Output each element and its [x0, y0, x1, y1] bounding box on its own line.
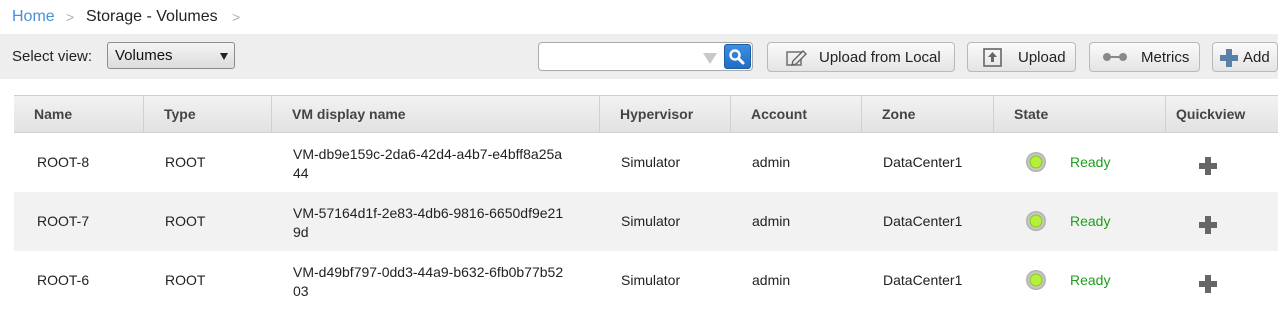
table-row[interactable]: ROOT-8 ROOT VM-db9e159c-2da6-42d4-a4b7-e…	[14, 133, 1278, 192]
vm-name-line2: 44	[293, 165, 309, 181]
cell-vm-display-name: VM-db9e159c-2da6-42d4-a4b7-e4bff8a25a 44	[293, 145, 583, 183]
metrics-icon	[1103, 53, 1127, 61]
cell-type: ROOT	[165, 154, 206, 170]
select-view-label: Select view:	[12, 48, 93, 65]
cell-account: admin	[752, 213, 791, 229]
cell-hypervisor: Simulator	[621, 272, 681, 288]
search-icon	[729, 49, 745, 65]
cell-state: Ready	[1070, 272, 1111, 288]
cell-account: admin	[752, 272, 791, 288]
breadcrumb: Home > Storage - Volumes >	[0, 0, 1278, 34]
cell-zone: DataCenter1	[883, 154, 963, 170]
dropdown-arrow-icon	[220, 53, 228, 60]
cell-vm-display-name: VM-d49bf797-0dd3-44a9-b632-6fb0b77b52 03	[293, 263, 583, 301]
plus-icon	[1220, 49, 1238, 67]
column-header-hypervisor[interactable]: Hypervisor	[599, 96, 730, 133]
quickview-plus-icon[interactable]	[1199, 275, 1217, 293]
column-header-quickview: Quickview	[1165, 96, 1278, 133]
cell-hypervisor: Simulator	[621, 213, 681, 229]
cell-name: ROOT-6	[37, 272, 90, 288]
upload-label: Upload	[1018, 49, 1066, 66]
upload-button[interactable]: Upload	[967, 42, 1076, 72]
table-row[interactable]: ROOT-7 ROOT VM-57164d1f-2e83-4db6-9816-6…	[14, 192, 1278, 251]
add-label: Add	[1243, 49, 1270, 66]
upload-from-local-button[interactable]: Upload from Local	[767, 42, 955, 72]
add-button[interactable]: Add	[1212, 42, 1278, 72]
quickview-plus-icon[interactable]	[1199, 157, 1217, 175]
column-header-account[interactable]: Account	[730, 96, 861, 133]
breadcrumb-current: Storage - Volumes	[86, 8, 218, 25]
cell-name: ROOT-8	[37, 154, 90, 170]
upload-from-local-label: Upload from Local	[819, 49, 941, 66]
cell-type: ROOT	[165, 272, 206, 288]
vm-name-line1: VM-d49bf797-0dd3-44a9-b632-6fb0b77b52	[293, 264, 564, 280]
state-led-icon	[1026, 270, 1046, 290]
cell-hypervisor: Simulator	[621, 154, 681, 170]
column-header-name[interactable]: Name	[14, 96, 143, 133]
state-led-icon	[1026, 211, 1046, 231]
column-header-state[interactable]: State	[993, 96, 1165, 133]
cell-state: Ready	[1070, 213, 1111, 229]
cell-zone: DataCenter1	[883, 272, 963, 288]
upload-icon	[983, 48, 1002, 67]
breadcrumb-separator-icon: >	[66, 9, 75, 25]
cell-state: Ready	[1070, 154, 1111, 170]
column-header-type[interactable]: Type	[143, 96, 271, 133]
view-select-value: Volumes	[115, 47, 173, 64]
search-button[interactable]	[724, 44, 751, 69]
edit-upload-icon	[786, 50, 807, 66]
vm-name-line2: 9d	[293, 224, 309, 240]
search-box	[538, 42, 753, 71]
cell-vm-display-name: VM-57164d1f-2e83-4db6-9816-6650df9e21 9d	[293, 204, 583, 242]
breadcrumb-separator-icon: >	[232, 9, 241, 25]
vm-name-line2: 03	[293, 283, 309, 299]
breadcrumb-home-link[interactable]: Home	[12, 8, 55, 26]
filter-arrow-icon[interactable]	[703, 53, 717, 64]
quickview-plus-icon[interactable]	[1199, 216, 1217, 234]
cell-zone: DataCenter1	[883, 213, 963, 229]
metrics-label: Metrics	[1141, 49, 1190, 66]
column-header-zone[interactable]: Zone	[861, 96, 993, 133]
toolbar: Select view: Volumes Upload from Local U…	[0, 34, 1278, 79]
cell-name: ROOT-7	[37, 213, 90, 229]
metrics-button[interactable]: Metrics	[1089, 42, 1200, 72]
column-header-vm-display-name[interactable]: VM display name	[271, 96, 599, 133]
vm-name-line1: VM-57164d1f-2e83-4db6-9816-6650df9e21	[293, 205, 564, 221]
state-led-icon	[1026, 152, 1046, 172]
vm-name-line1: VM-db9e159c-2da6-42d4-a4b7-e4bff8a25a	[293, 146, 563, 162]
view-select[interactable]: Volumes	[107, 42, 235, 69]
search-input[interactable]	[543, 46, 697, 68]
table-header: Name Type VM display name Hypervisor Acc…	[14, 95, 1278, 133]
cell-type: ROOT	[165, 213, 206, 229]
table-row[interactable]: ROOT-6 ROOT VM-d49bf797-0dd3-44a9-b632-6…	[14, 251, 1278, 310]
cell-account: admin	[752, 154, 791, 170]
